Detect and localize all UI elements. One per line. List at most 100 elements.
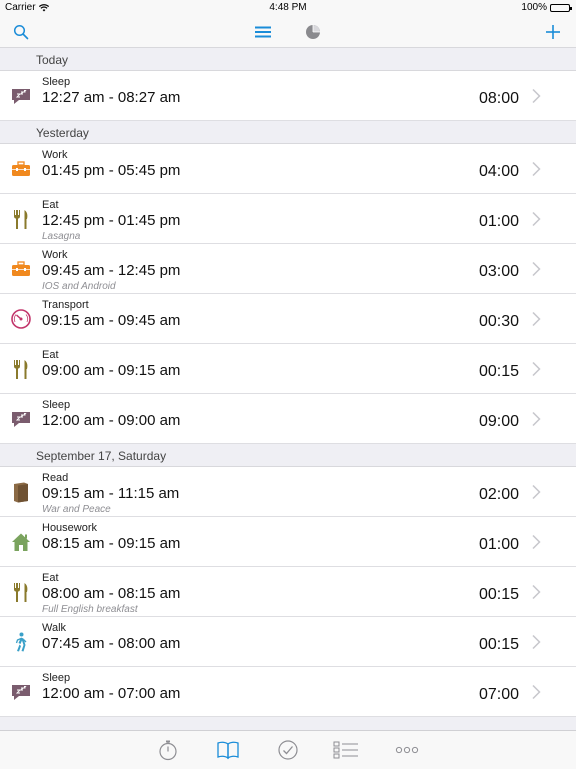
duration: 00:15 [478,363,519,380]
category-label: Sleep [42,399,71,411]
duration: 00:30 [478,313,519,330]
list-view-button[interactable] [251,20,275,44]
eat-icon [10,208,32,230]
eat-icon [10,581,32,603]
housework-icon [10,531,32,553]
walk-icon [10,631,32,653]
chevron-right-icon [531,361,541,377]
battery-percent: 100% [521,2,547,13]
section-header: September 17, Saturday [0,444,576,467]
chevron-right-icon [531,411,541,427]
entry-note: Full English breakfast [42,604,138,615]
time-range: 01:45 pm - 05:45 pm [42,162,181,179]
category-label: Eat [42,572,59,584]
log-entry-row[interactable]: Eat 08:00 am - 08:15 am Full English break… [0,567,576,617]
duration: 09:00 [478,413,519,430]
time-range: 12:00 am - 09:00 am [42,412,181,429]
sleep-icon [10,85,32,107]
log-entry-row[interactable]: Sleep 12:00 am - 07:00 am 07:00 [0,667,576,717]
category-label: Work [42,149,68,161]
duration: 02:00 [478,486,519,503]
tab-bar [0,730,576,769]
duration: 08:00 [478,90,519,107]
category-label: Eat [42,199,59,211]
pie-chart-icon [306,25,320,39]
chevron-right-icon [531,684,541,700]
add-entry-button[interactable] [541,20,565,44]
category-label: Walk [42,622,67,634]
category-label: Transport [42,299,89,311]
chevron-right-icon [531,161,541,177]
duration: 00:15 [478,636,519,653]
tab-categories[interactable] [333,738,359,762]
battery: 100% [521,2,572,13]
tab-log[interactable] [215,738,241,762]
category-label: Work [42,249,68,261]
chevron-right-icon [531,484,541,500]
category-label: Sleep [42,672,71,684]
sleep-icon [10,681,32,703]
duration: 04:00 [478,163,519,180]
check-icon [278,740,298,760]
chevron-right-icon [531,211,541,227]
log-entry-row[interactable]: Read 09:15 am - 11:15 am War and Peace 02:0… [0,467,576,517]
work-icon [10,158,32,180]
read-icon [10,481,32,503]
time-range: 08:00 am - 08:15 am [42,585,181,602]
search-button[interactable] [9,20,33,44]
clock: 4:48 PM [269,2,307,13]
entry-note: IOS and Android [42,281,116,292]
chevron-right-icon [531,88,541,104]
eat-icon [10,358,32,380]
entry-note: Lasagna [42,231,81,242]
log-entry-row[interactable]: Work 09:45 am - 12:45 pm IOS and Android 03… [0,244,576,294]
stats-button[interactable] [301,20,325,44]
tab-more[interactable] [394,738,420,762]
transport-icon [10,308,32,330]
time-range: 08:15 am - 09:15 am [42,535,181,552]
plus-icon [546,25,560,39]
chevron-right-icon [531,634,541,650]
log-entry-row[interactable]: Transport 09:15 am - 09:45 am 00:30 [0,294,576,344]
list-icon [255,26,271,38]
stopwatch-icon [159,740,177,761]
tab-goals[interactable] [275,738,301,762]
duration: 03:00 [478,263,519,280]
sleep-icon [10,408,32,430]
more-icon [395,746,419,754]
log-entry-row[interactable]: Sleep 12:00 am - 09:00 am 09:00 [0,394,576,444]
entry-note: War and Peace [42,504,111,515]
status-bar: Carrier 4:48 PM 100% [0,0,576,16]
time-range: 09:15 am - 09:45 am [42,312,181,329]
log-entry-row[interactable]: Eat 09:00 am - 09:15 am 00:15 [0,344,576,394]
time-range: 12:00 am - 07:00 am [42,685,181,702]
log-entry-row[interactable]: Sleep 12:27 am - 08:27 am 08:00 [0,71,576,121]
time-range: 12:45 pm - 01:45 pm [42,212,181,229]
duration: 01:00 [478,213,519,230]
activity-log-list: Today Sleep 12:27 am - 08:27 am 08:00 Yester… [0,48,576,732]
log-entry-row[interactable]: Eat 12:45 pm - 01:45 pm Lasagna 01:00 [0,194,576,244]
category-label: Housework [42,522,98,534]
log-entry-row[interactable]: Walk 07:45 am - 08:00 am 00:15 [0,617,576,667]
category-label: Read [42,472,69,484]
tab-stopwatch[interactable] [155,738,181,762]
search-icon [13,24,29,40]
checklist-icon [333,741,358,759]
time-range: 07:45 am - 08:00 am [42,635,181,652]
log-book-icon [217,741,239,760]
battery-icon [550,3,572,12]
nav-bar [0,16,576,48]
duration: 00:15 [478,586,519,603]
log-entry-row[interactable]: Housework 08:15 am - 09:15 am 01:00 [0,517,576,567]
time-range: 09:45 am - 12:45 pm [42,262,181,279]
section-header: Today [0,48,576,71]
time-range: 09:15 am - 11:15 am [42,485,180,502]
work-icon [10,258,32,280]
chevron-right-icon [531,311,541,327]
duration: 01:00 [478,536,519,553]
duration: 07:00 [478,686,519,703]
category-label: Eat [42,349,59,361]
chevron-right-icon [531,261,541,277]
time-range: 09:00 am - 09:15 am [42,362,181,379]
log-entry-row[interactable]: Work 01:45 pm - 05:45 pm 04:00 [0,144,576,194]
